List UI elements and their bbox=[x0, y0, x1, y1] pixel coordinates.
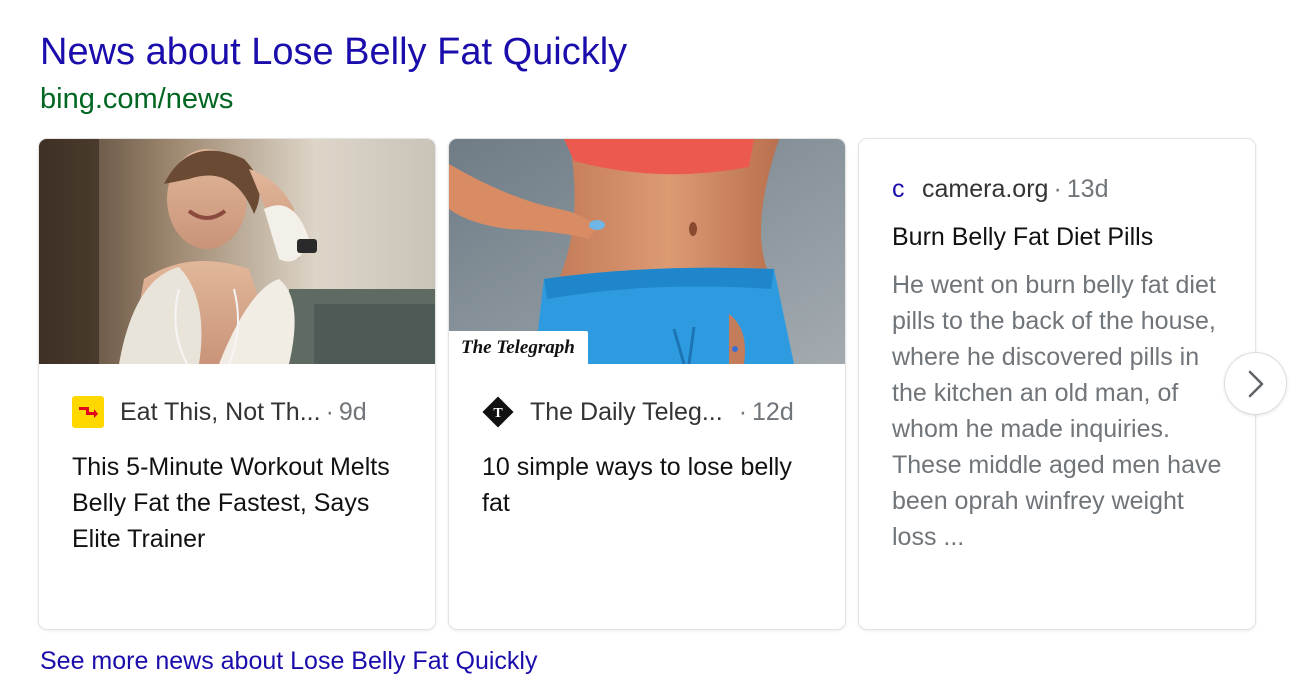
eat-this-logo-icon bbox=[72, 396, 104, 428]
article-age: 9d bbox=[338, 397, 367, 426]
news-card-source: T The Daily Teleg... · 12d bbox=[482, 393, 829, 431]
meta-separator: · bbox=[1053, 174, 1062, 203]
news-answer: News about Lose Belly Fat Quickly bing.c… bbox=[0, 0, 1296, 694]
see-more-news-link[interactable]: See more news about Lose Belly Fat Quick… bbox=[40, 646, 537, 676]
news-section-title[interactable]: News about Lose Belly Fat Quickly bbox=[40, 30, 627, 74]
news-card-camera[interactable]: c camera.org · 13d Burn Belly Fat Diet P… bbox=[859, 139, 1255, 629]
source-name: Eat This, Not Th... bbox=[120, 397, 321, 426]
news-card-snippet: He went on burn belly fat diet pills to … bbox=[892, 271, 1222, 551]
source-name: camera.org bbox=[922, 174, 1049, 203]
news-card-eat-this[interactable]: Eat This, Not Th... · 9d This 5-Minute W… bbox=[39, 139, 435, 629]
news-card-telegraph[interactable]: The Telegraph T The Daily Teleg... · 12d… bbox=[449, 139, 845, 629]
carousel-next-button[interactable] bbox=[1225, 353, 1286, 414]
news-card-headline[interactable]: 10 simple ways to lose belly fat bbox=[482, 449, 825, 521]
news-source-url: bing.com/news bbox=[40, 83, 234, 115]
telegraph-logo-icon: T bbox=[482, 396, 514, 428]
meta-separator: · bbox=[738, 397, 748, 426]
woman-with-towel-image bbox=[39, 139, 435, 364]
news-card-headline[interactable]: Burn Belly Fat Diet Pills bbox=[892, 219, 1235, 255]
article-age: 12d bbox=[752, 397, 794, 426]
news-card-thumbnail[interactable]: The Telegraph bbox=[449, 139, 845, 364]
news-card-thumbnail[interactable] bbox=[39, 139, 435, 364]
news-card-source: c camera.org · 13d bbox=[892, 171, 1239, 207]
camera-favicon-icon: c bbox=[892, 174, 905, 203]
news-card-source: Eat This, Not Th... · 9d bbox=[72, 393, 419, 431]
chevron-right-icon bbox=[1248, 370, 1263, 397]
news-card-headline[interactable]: This 5-Minute Workout Melts Belly Fat th… bbox=[72, 449, 415, 557]
article-age: 13d bbox=[1066, 174, 1109, 203]
meta-separator: · bbox=[325, 397, 334, 426]
source-name: The Daily Teleg... bbox=[530, 397, 723, 426]
svg-text:T: T bbox=[493, 406, 503, 421]
telegraph-watermark: The Telegraph bbox=[449, 331, 588, 364]
